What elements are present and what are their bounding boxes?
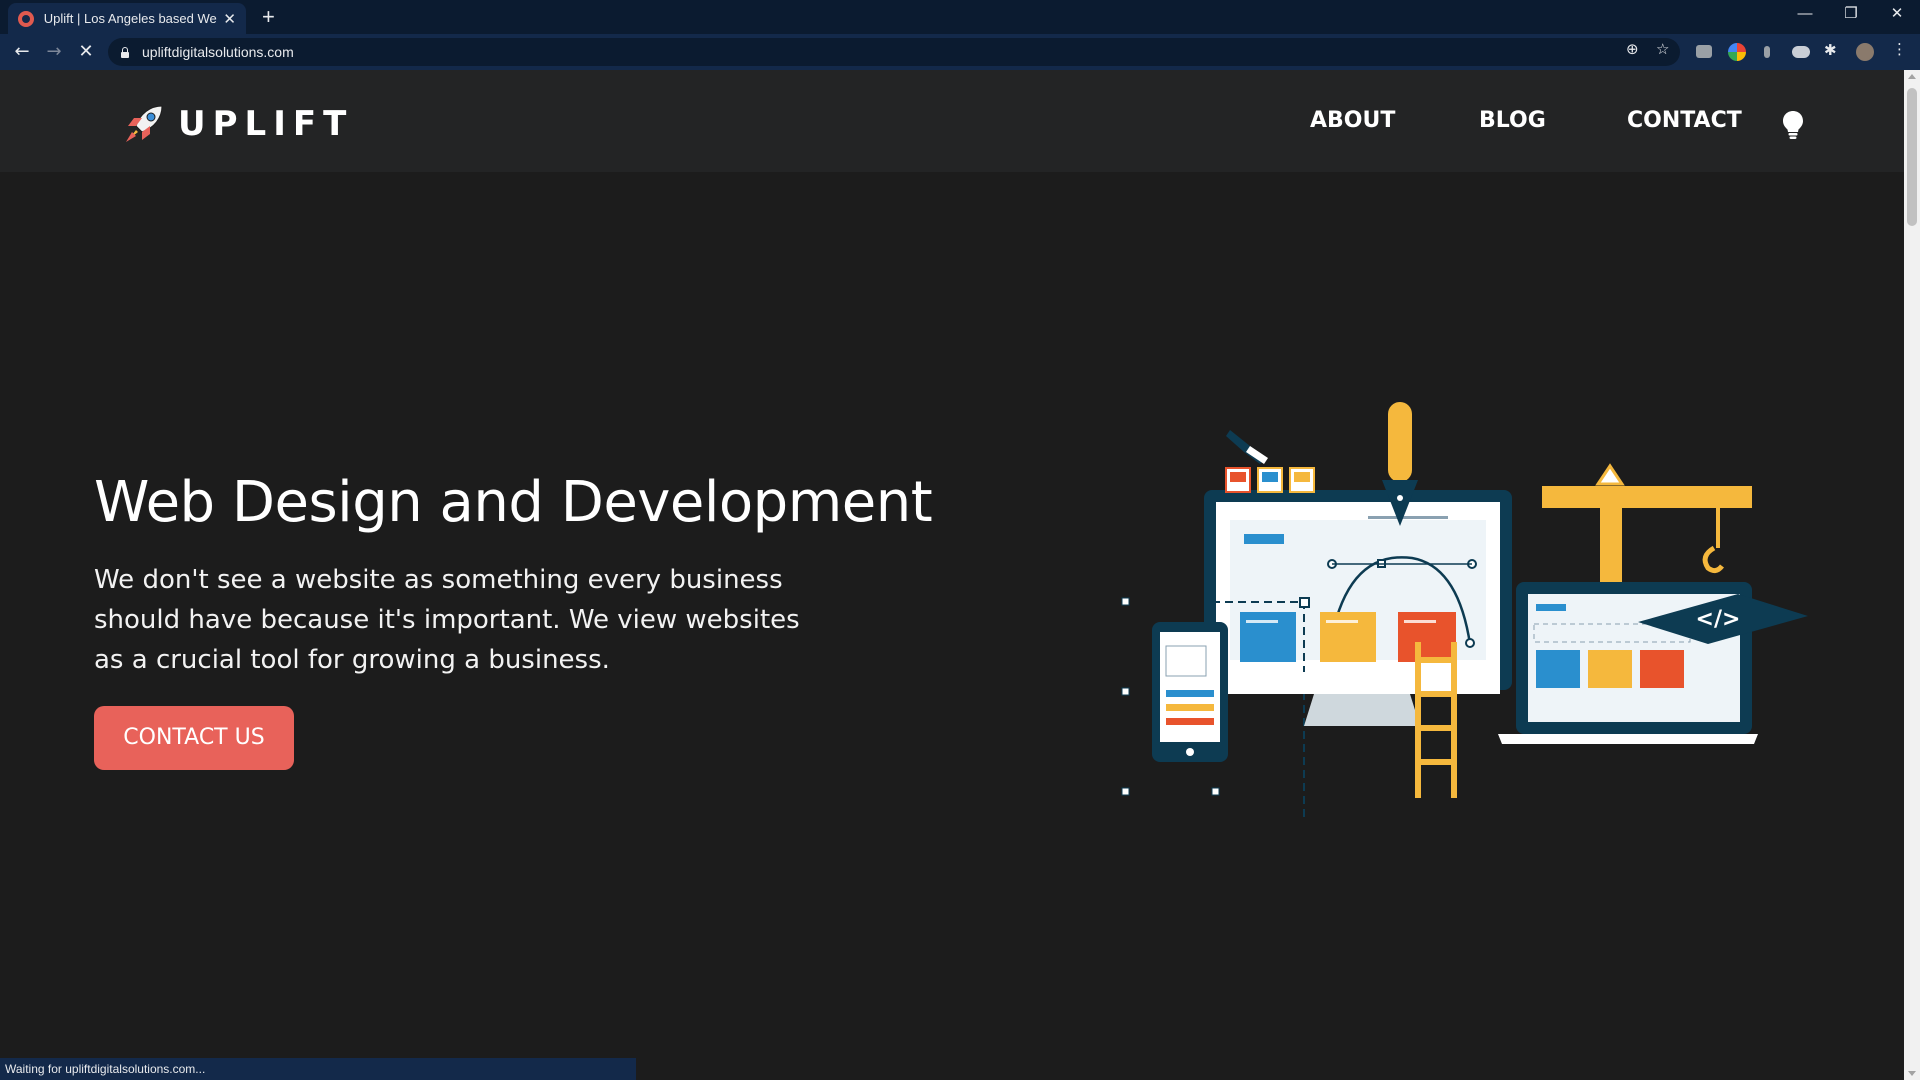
- scroll-up-arrow-icon[interactable]: [1908, 74, 1916, 79]
- browser-tab-strip: Uplift | Los Angeles based Web D ✕ + — ❐…: [0, 0, 1920, 34]
- restore-icon[interactable]: ❐: [1828, 0, 1874, 30]
- zoom-icon[interactable]: ⊕: [1626, 40, 1639, 58]
- minimize-icon[interactable]: —: [1782, 0, 1828, 30]
- nav-contact-link[interactable]: CONTACT: [1627, 108, 1742, 133]
- scrollbar-thumb[interactable]: [1907, 88, 1917, 226]
- profile-avatar[interactable]: [1856, 43, 1874, 61]
- new-tab-button[interactable]: +: [262, 4, 275, 30]
- back-arrow-icon[interactable]: ←: [10, 40, 34, 64]
- page-scrollbar[interactable]: [1904, 70, 1920, 1080]
- extension-icon[interactable]: [1764, 46, 1770, 58]
- lightbulb-theme-toggle-icon[interactable]: [1782, 110, 1804, 140]
- contact-us-button[interactable]: CONTACT US: [94, 706, 294, 770]
- browser-status-bar: Waiting for upliftdigitalsolutions.com..…: [0, 1058, 636, 1080]
- browser-toolbar: ← → ✕ upliftdigitalsolutions.com ⊕ ☆ ✱ ⋮: [0, 34, 1920, 70]
- tab-title: Uplift | Los Angeles based Web D: [43, 11, 218, 26]
- address-url[interactable]: upliftdigitalsolutions.com: [142, 44, 294, 60]
- browser-tab[interactable]: Uplift | Los Angeles based Web D ✕: [8, 3, 246, 34]
- browser-menu-icon[interactable]: ⋮: [1892, 40, 1907, 58]
- hero-title: Web Design and Development: [94, 470, 933, 535]
- cloud-extension-icon[interactable]: [1792, 46, 1810, 58]
- extensions-puzzle-icon[interactable]: ✱: [1824, 41, 1837, 59]
- rocket-logo-icon: [126, 105, 163, 142]
- brand-logo-link[interactable]: UPLIFT: [122, 102, 353, 146]
- bookmark-star-icon[interactable]: ☆: [1656, 40, 1669, 58]
- site-header: UPLIFT ABOUT BLOG CONTACT: [0, 70, 1904, 172]
- hero-description: We don't see a website as something ever…: [94, 565, 800, 675]
- lock-icon[interactable]: [120, 46, 130, 58]
- close-tab-icon[interactable]: ✕: [223, 10, 236, 28]
- pen-tool: [1388, 402, 1412, 482]
- brand-name: UPLIFT: [178, 104, 354, 144]
- address-bar[interactable]: upliftdigitalsolutions.com: [108, 38, 1680, 66]
- site-favicon-icon: [18, 10, 34, 27]
- close-window-icon[interactable]: ✕: [1874, 0, 1920, 30]
- ruler: [1542, 486, 1752, 508]
- nav-blog-link[interactable]: BLOG: [1479, 108, 1546, 133]
- web-page: UPLIFT ABOUT BLOG CONTACT Web Design and…: [0, 70, 1904, 1080]
- nav-about-link[interactable]: ABOUT: [1310, 108, 1395, 133]
- scroll-down-arrow-icon[interactable]: [1908, 1071, 1916, 1076]
- color-extension-icon[interactable]: [1728, 43, 1746, 61]
- stop-loading-icon[interactable]: ✕: [74, 40, 98, 64]
- forward-arrow-icon[interactable]: →: [42, 40, 66, 64]
- web-design-illustration: </>: [1121, 402, 1808, 818]
- camera-extension-icon[interactable]: [1696, 45, 1712, 58]
- code-tag-text: </>: [1696, 607, 1741, 632]
